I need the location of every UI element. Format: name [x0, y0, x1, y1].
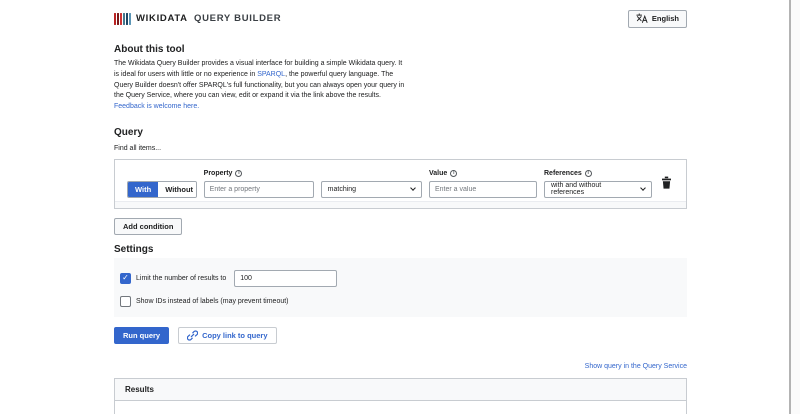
settings-heading: Settings	[114, 243, 154, 255]
page: WIKIDATA QUERY BUILDER English About thi…	[0, 0, 800, 414]
results-body: Results will be displayed here	[115, 400, 686, 414]
scrollbar-thumb[interactable]	[789, 0, 791, 414]
about-heading: About this tool	[114, 44, 185, 55]
checkmark-icon: ✓	[122, 273, 129, 283]
property-label: Property	[203, 169, 233, 177]
matching-select[interactable]: matching	[320, 180, 422, 198]
property-info-icon[interactable]: i	[235, 169, 243, 177]
link-icon	[187, 330, 199, 341]
delete-condition-button[interactable]	[659, 174, 674, 194]
references-label: References	[544, 169, 582, 177]
with-without-toggle: With Without	[127, 180, 197, 198]
settings-panel: ✓ Limit the number of results to ✓ Show …	[114, 257, 687, 317]
feedback-link[interactable]: Feedback is welcome here.	[114, 103, 199, 110]
value-info-icon[interactable]: i	[450, 169, 458, 177]
show-query-service-link[interactable]: Show query in the Query Service	[585, 363, 687, 370]
value-label-row: Value i	[429, 169, 537, 177]
show-ids-row: ✓ Show IDs instead of labels (may preven…	[120, 295, 681, 307]
trash-icon	[662, 176, 671, 189]
language-button-label: English	[651, 14, 679, 23]
results-section: Results Results will be displayed here	[114, 377, 687, 414]
limit-results-input[interactable]	[234, 269, 338, 287]
limit-results-checkbox[interactable]: ✓	[120, 272, 131, 284]
matching-select-value: matching	[327, 185, 357, 193]
show-ids-label: Show IDs instead of labels (may prevent …	[136, 297, 289, 305]
about-paragraph: The Wikidata Query Builder provides a vi…	[114, 59, 406, 113]
run-query-button[interactable]: Run query	[114, 326, 170, 344]
copy-link-button[interactable]: Copy link to query	[178, 326, 277, 344]
scrollbar-track	[791, 0, 800, 414]
chevron-down-icon	[640, 185, 646, 192]
condition-row: With Without Property i matching	[115, 160, 686, 201]
sparql-link[interactable]: SPARQL	[257, 71, 285, 78]
copy-link-label: Copy link to query	[202, 330, 268, 340]
property-label-row: Property i	[203, 169, 314, 177]
results-header: Results	[115, 378, 686, 401]
find-all-items-label: Find all items...	[114, 144, 162, 152]
limit-results-label: Limit the number of results to	[136, 274, 227, 282]
condition-group: With Without Property i matching	[114, 158, 687, 209]
logo-wikidata: WIKIDATA	[136, 13, 188, 24]
logo-query-builder: QUERY BUILDER	[194, 13, 282, 24]
references-select-value: with and without references	[551, 182, 602, 197]
references-label-row: References i	[544, 169, 652, 177]
language-icon	[636, 12, 648, 23]
header: WIKIDATA QUERY BUILDER English	[114, 0, 687, 28]
value-field: Value i	[429, 169, 537, 198]
limit-results-row: ✓ Limit the number of results to	[120, 269, 681, 287]
toggle-without-button[interactable]: Without	[158, 181, 196, 197]
references-field: References i with and without references	[544, 169, 652, 198]
wikidata-query-builder-logo[interactable]: WIKIDATA QUERY BUILDER	[114, 12, 281, 25]
service-link-row: Show query in the Query Service	[114, 355, 687, 373]
property-input[interactable]	[203, 180, 314, 198]
wikidata-logo-icon	[114, 12, 131, 25]
query-heading: Query	[114, 126, 143, 138]
chevron-down-icon	[410, 185, 416, 192]
action-buttons: Run query Copy link to query	[114, 326, 687, 344]
value-label: Value	[429, 169, 448, 177]
language-button[interactable]: English	[627, 9, 687, 28]
show-ids-checkbox[interactable]: ✓	[120, 295, 131, 307]
references-info-icon[interactable]: i	[584, 169, 592, 177]
add-condition-button[interactable]: Add condition	[114, 217, 183, 235]
logo-text: WIKIDATA QUERY BUILDER	[136, 13, 281, 24]
toggle-with-button[interactable]: With	[128, 181, 159, 197]
condition-group-footer	[115, 200, 686, 208]
property-field: Property i	[203, 169, 314, 198]
value-input[interactable]	[429, 180, 537, 198]
references-select[interactable]: with and without references	[544, 180, 652, 198]
